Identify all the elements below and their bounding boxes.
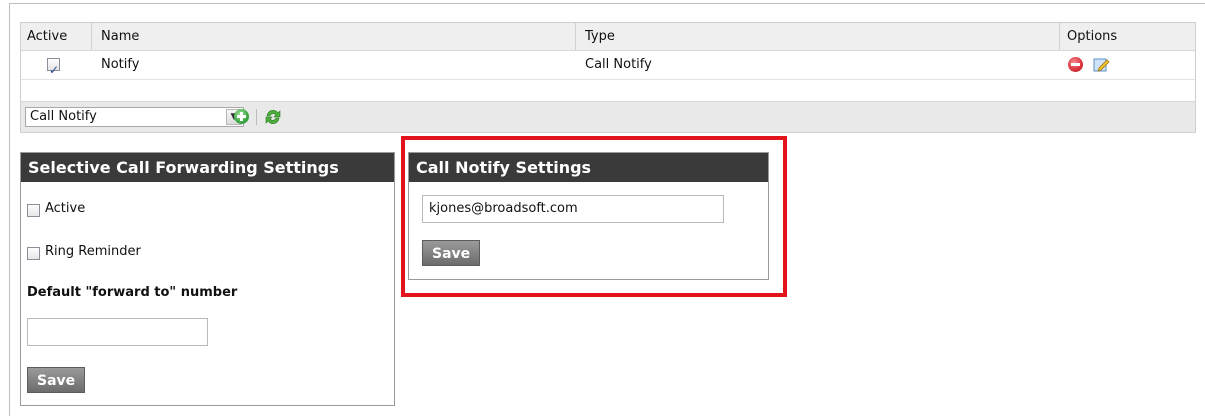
checkbox-checked-icon[interactable] — [47, 56, 60, 84]
ring-reminder-label: Ring Reminder — [45, 244, 141, 259]
save-button[interactable]: Save — [27, 367, 86, 393]
ring-reminder-checkbox[interactable] — [27, 247, 40, 260]
selective-forwarding-title: Selective Call Forwarding Settings — [21, 153, 394, 182]
grid-toolbar: Call Notify ▼ — [21, 102, 1195, 132]
col-header-name[interactable]: Name — [101, 23, 139, 50]
highlight-box — [401, 136, 787, 297]
add-icon[interactable] — [234, 109, 249, 124]
active-checkbox[interactable] — [27, 204, 40, 217]
row-type: Call Notify — [585, 57, 652, 72]
forward-to-input[interactable] — [27, 318, 208, 346]
col-header-options[interactable]: Options — [1067, 23, 1117, 50]
active-label: Active — [45, 201, 86, 216]
col-header-active[interactable]: Active — [27, 23, 67, 50]
edit-icon[interactable] — [1093, 56, 1110, 73]
column-divider — [575, 23, 576, 50]
table-row[interactable]: Notify Call Notify — [21, 51, 1195, 84]
col-header-type[interactable]: Type — [585, 23, 615, 50]
forward-to-label: Default "forward to" number — [27, 285, 238, 300]
column-divider — [91, 23, 92, 50]
refresh-icon[interactable] — [263, 107, 283, 127]
column-divider — [1059, 23, 1060, 50]
grid-header: Active Name Type Options — [21, 23, 1195, 51]
services-grid: Active Name Type Options Notify Call Not… — [20, 22, 1196, 133]
toolbar-divider — [256, 109, 257, 125]
selective-forwarding-panel: Selective Call Forwarding Settings Activ… — [20, 152, 395, 406]
delete-icon[interactable] — [1068, 57, 1083, 72]
service-select[interactable]: Call Notify ▼ — [25, 107, 244, 127]
service-select-value: Call Notify — [30, 109, 97, 124]
row-name: Notify — [101, 57, 140, 72]
grid-empty-row — [21, 80, 1195, 102]
